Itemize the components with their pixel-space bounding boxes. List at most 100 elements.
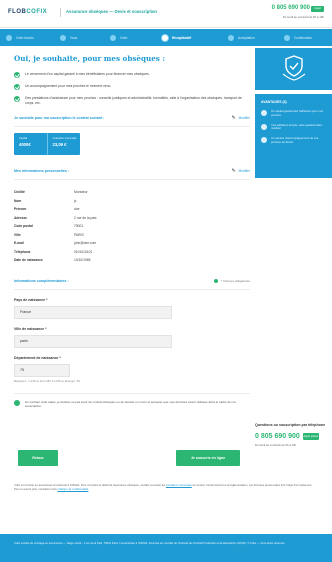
step-label: Acceptation <box>238 35 255 40</box>
capital-summary: Capital 4000€ Cotisation mensuelle 23,09… <box>14 133 80 155</box>
previous-button[interactable]: Retour <box>18 450 58 466</box>
sidebar-phone[interactable]: 0 805 690 900 Appel gratuit <box>255 433 332 440</box>
step-label: Votre <box>120 35 128 40</box>
personal-section-title: Mes informations personnelles : <box>14 169 70 173</box>
info-row: Code postal 75001 <box>14 224 84 229</box>
legal-notice: Cofix est courtier en assurances immatri… <box>14 484 313 492</box>
sidebar-phone-badge: Appel gratuit <box>302 433 319 440</box>
birth-city-label: Ville de naissance * <box>14 326 47 331</box>
required-note: * Champs obligatoires <box>213 278 250 283</box>
birth-dept-field[interactable]: 75 <box>14 363 70 377</box>
step-label: Votre besoin <box>16 35 34 40</box>
step-label: Confirmation <box>294 35 313 40</box>
cotisation-value: 23,09 € <box>52 142 67 148</box>
pencil-icon: ✎ <box>231 168 236 174</box>
main-content: Oui, je souhaite, pour mes obsèques : Le… <box>14 54 250 408</box>
page-title: Oui, je souhaite, pour mes obsèques : <box>14 54 166 63</box>
divider <box>14 288 250 290</box>
divider <box>14 179 250 180</box>
step-2[interactable]: Vous <box>60 34 77 41</box>
form-navigation: Retour Je souscris en ligne <box>14 450 250 466</box>
check-icon <box>14 84 20 90</box>
advantage-item: Un service d'accompagnement de vos proch… <box>261 136 326 145</box>
divider <box>14 126 250 127</box>
footer-text: Cofix société de courtage en assurances … <box>14 542 286 545</box>
phone-contact-title: Questions ou souscription par téléphone <box>255 423 326 427</box>
capital-column: Capital 4000€ <box>14 133 47 155</box>
pencil-icon: ✎ <box>231 115 236 121</box>
step-dot <box>284 34 290 41</box>
optin-text: En cochant cette étape, je déclare ne pa… <box>25 399 236 408</box>
bullet-icon <box>261 123 267 130</box>
birth-dept-label: Département de naissance * <box>14 355 61 360</box>
info-row: Téléphone 0101010101 <box>14 249 93 254</box>
step-dot <box>110 34 116 41</box>
advantage-item: Une adhésion simple, sans questionnaire … <box>261 123 326 132</box>
personal-info-table: Civilité Monsieur Nom jc Prénom doe Adresse… <box>14 188 250 265</box>
complementary-section-title: Informations complémentaires : <box>14 278 69 283</box>
bullet-icon <box>261 110 267 116</box>
check-icon <box>14 72 20 78</box>
sidebar-phone-hours: Du lundi au vendredi de 9h à 19h <box>255 443 297 447</box>
sidebar-phone-number[interactable]: 0 805 690 900 <box>255 433 300 440</box>
optin-checkbox[interactable] <box>14 399 20 406</box>
benefit-item: Des prestations d'assistance pour mes pr… <box>14 96 250 106</box>
info-row: Date de naissance 10/10/1965 <box>14 258 91 263</box>
check-icon <box>14 96 20 102</box>
sidebar-hero <box>255 48 332 90</box>
edit-personal-button[interactable]: ✎ Modifier <box>231 168 250 174</box>
page: FLOBCOFIX Assurance obsèques — Devis et … <box>0 0 332 562</box>
step-3[interactable]: Votre <box>110 34 127 41</box>
step-label: Vous <box>70 35 78 40</box>
birth-dept-hint: Mangeaux : 1 à 95 ou 2A et 2B / 0 à 976 … <box>14 379 80 383</box>
info-row: Adresse 2 rue de la paix <box>14 215 97 220</box>
step-dot <box>6 34 12 41</box>
info-row: Civilité Monsieur <box>14 190 88 195</box>
info-row: Nom jc <box>14 198 77 203</box>
header-phone-badge: Appel gratuit <box>311 6 324 16</box>
bullet-icon <box>261 137 267 144</box>
advantages-panel: AVANTAGES (3) Un capital garanti dès l'a… <box>255 94 332 178</box>
header-phone[interactable]: 0 805 690 900 Appel gratuit Du lundi au … <box>262 5 324 23</box>
step-5: Acceptation <box>228 34 255 41</box>
privacy-link[interactable]: politique de confidentialité <box>57 488 88 491</box>
contract-section-title: Je souhaite pour ma souscription le cont… <box>14 116 105 120</box>
conditions-link[interactable]: Conditions Générales <box>166 484 192 487</box>
cotisation-column: Cotisation mensuelle 23,09 € <box>46 133 81 155</box>
info-row: Ville PARIS <box>14 232 84 237</box>
complementary-section-header: Informations complémentaires : * Champs … <box>14 277 250 285</box>
info-row: Prénom doe <box>14 207 80 212</box>
advantages-title: AVANTAGES (3) <box>261 100 287 104</box>
contract-section-header: Je souhaite pour ma souscription le cont… <box>14 114 250 122</box>
header-phone-hours: Du lundi au vendredi de 9h à 19h <box>282 15 324 19</box>
capital-value: 4000€ <box>19 142 31 148</box>
step-dot <box>60 34 66 41</box>
header-divider <box>60 8 61 17</box>
advantage-item: Un capital garanti dès l'adhésion pour v… <box>261 109 326 118</box>
progress-steps: Votre besoin Vous Votre Récapitulatif Ac… <box>0 29 332 46</box>
subscribe-button[interactable]: Je souscris en ligne <box>176 450 240 466</box>
edit-contract-button[interactable]: ✎ Modifier <box>231 115 250 121</box>
step-label: Récapitulatif <box>172 35 192 40</box>
header-title: Assurance obsèques — Devis et souscripti… <box>66 9 157 14</box>
benefit-item: Le versement d'un capital garanti à mes … <box>14 72 250 78</box>
shield-hands-icon <box>282 55 306 81</box>
step-dot <box>228 34 234 41</box>
logo[interactable]: FLOBCOFIX <box>8 9 47 15</box>
required-dot-icon <box>213 278 218 283</box>
step-dot <box>162 34 168 41</box>
sidebar: AVANTAGES (3) Un capital garanti dès l'a… <box>255 48 332 447</box>
step-6: Confirmation <box>284 34 312 41</box>
birth-country-label: Pays de naissance * <box>14 297 48 302</box>
personal-section-header: Mes informations personnelles : ✎ Modifie… <box>14 167 250 175</box>
phone-contact-block: Questions ou souscription par téléphone … <box>255 423 332 447</box>
birth-country-field[interactable]: France <box>14 305 172 319</box>
step-4[interactable]: Récapitulatif <box>162 34 191 41</box>
optin-row: En cochant cette étape, je déclare ne pa… <box>14 392 250 409</box>
birth-city-field[interactable]: paris <box>14 334 172 348</box>
step-1[interactable]: Votre besoin <box>6 34 34 41</box>
info-row: E-mail john@doe.com <box>14 241 97 246</box>
benefit-item: Un accompagnement pour mes proches le mo… <box>14 84 250 90</box>
site-header: FLOBCOFIX Assurance obsèques — Devis et … <box>0 0 332 28</box>
header-phone-number[interactable]: 0 805 690 900 <box>272 5 310 11</box>
